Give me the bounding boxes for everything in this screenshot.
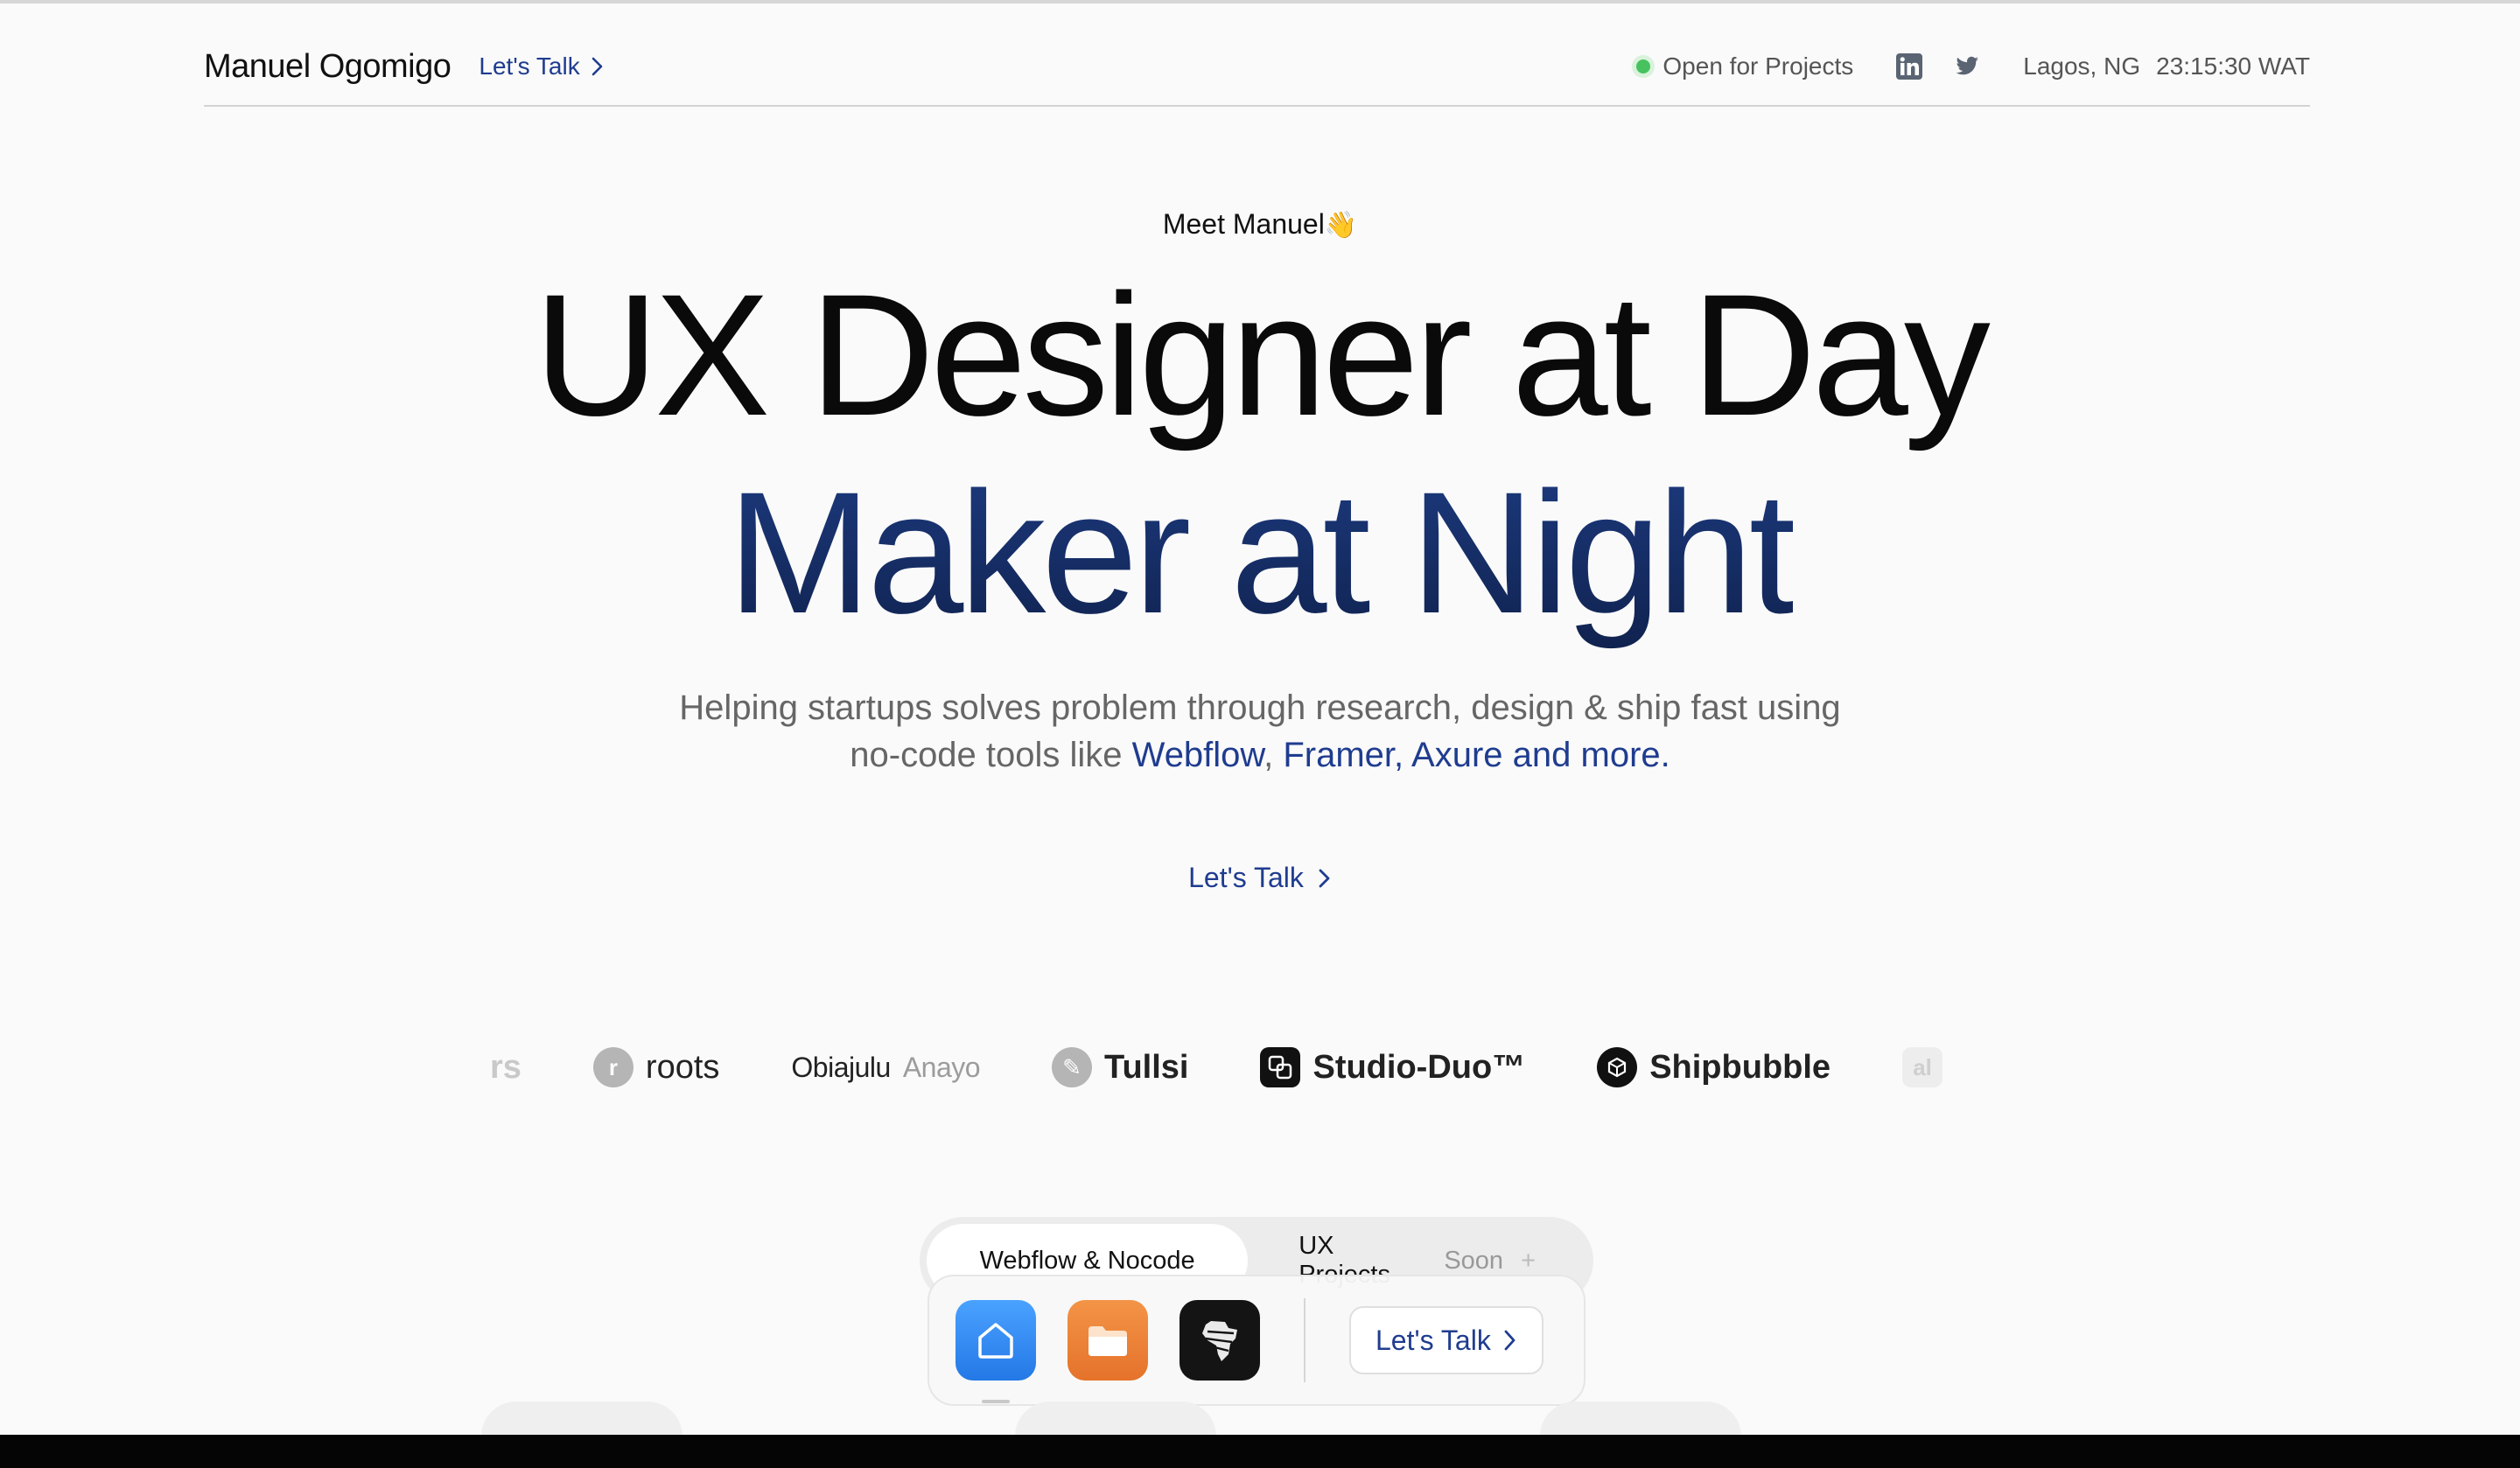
client-logo-partial-text: rs bbox=[490, 1048, 522, 1086]
social-links bbox=[1895, 52, 1981, 80]
chevron-right-icon bbox=[1504, 1330, 1516, 1351]
dock-files-app[interactable] bbox=[1068, 1300, 1148, 1381]
plus-icon: + bbox=[1521, 1246, 1536, 1275]
hero-subtitle-line1: Helping startups solves problem through … bbox=[679, 689, 1841, 727]
brand-group: Manuel Ogomigo Let's Talk bbox=[204, 48, 605, 86]
tullsi-logo-icon: ✎ bbox=[1052, 1047, 1093, 1087]
roots-logo-icon: r bbox=[592, 1047, 634, 1087]
dock-separator bbox=[1304, 1298, 1306, 1382]
status-text: Open for Projects bbox=[1662, 52, 1854, 80]
webflow-link[interactable]: Webflow bbox=[1132, 736, 1264, 774]
chevron-right-icon bbox=[1319, 869, 1330, 887]
client-logo-partial-end: al bbox=[1902, 1047, 1943, 1087]
header-lets-talk-label: Let's Talk bbox=[479, 52, 580, 80]
status-dot-icon bbox=[1636, 59, 1651, 73]
tab-webflow-nocode-label: Webflow & Nocode bbox=[979, 1246, 1195, 1275]
africa-map-icon bbox=[1202, 1321, 1237, 1361]
client-logo-shipbubble-text: Shipbubble bbox=[1649, 1048, 1831, 1086]
hero-lets-talk-label: Let's Talk bbox=[1188, 862, 1304, 893]
hero-subtitle: Helping startups solves problem through … bbox=[0, 684, 2520, 779]
hero-cta-row: Let's Talk bbox=[0, 862, 2520, 894]
chevron-right-icon bbox=[592, 57, 603, 76]
client-logo-tullsi-text: Tullsi bbox=[1104, 1048, 1189, 1086]
dock-home-app[interactable] bbox=[956, 1300, 1036, 1403]
shipbubble-logo-icon bbox=[1597, 1047, 1638, 1087]
client-logo-tullsi: ✎ Tullsi bbox=[1052, 1047, 1188, 1087]
hero-lets-talk-link[interactable]: Let's Talk bbox=[1188, 862, 1332, 894]
top-rule bbox=[0, 0, 2520, 3]
hero-headline-night-text: Maker at Night bbox=[727, 456, 1796, 649]
linkedin-icon bbox=[1896, 53, 1923, 80]
header-lets-talk-link[interactable]: Let's Talk bbox=[479, 52, 604, 80]
folder-icon bbox=[1088, 1326, 1127, 1356]
dock-lets-talk-label: Let's Talk bbox=[1376, 1324, 1491, 1356]
client-logo-strip: rs r roots Obiajulu Anayo ✎ Tullsi Studi… bbox=[490, 1032, 2030, 1102]
site-header: Manuel Ogomigo Let's Talk Open for Proje… bbox=[204, 28, 2310, 107]
hero-eyebrow: Meet Manuel👋 bbox=[0, 208, 2520, 241]
app-dock: Let's Talk bbox=[928, 1275, 1586, 1406]
client-logo-roots: r roots bbox=[592, 1047, 720, 1087]
waving-hand-icon: 👋 bbox=[1324, 211, 1358, 240]
locale-info: Lagos, NG 23:15:30 WAT bbox=[2023, 52, 2310, 80]
clock-text: 23:15:30 WAT bbox=[2156, 52, 2310, 80]
home-icon bbox=[978, 1323, 1013, 1359]
dock-africa-app[interactable] bbox=[1180, 1300, 1260, 1381]
bottom-bar bbox=[0, 1435, 2520, 1468]
dock-lets-talk-button[interactable]: Let's Talk bbox=[1349, 1306, 1544, 1374]
hero-eyebrow-text: Meet Manuel bbox=[1162, 208, 1325, 240]
soon-badge: Soon bbox=[1444, 1246, 1504, 1275]
twitter-link[interactable] bbox=[1953, 52, 1981, 80]
tools-link[interactable]: Framer, Axure and more. bbox=[1283, 736, 1670, 774]
client-logo-shipbubble: Shipbubble bbox=[1597, 1047, 1830, 1087]
brand-name[interactable]: Manuel Ogomigo bbox=[204, 48, 452, 86]
availability-status: Open for Projects bbox=[1636, 52, 1853, 80]
hero-subtitle-line2: no-code tools like bbox=[850, 736, 1132, 774]
client-logo-obiajulu: Obiajulu Anayo bbox=[791, 1052, 980, 1084]
client-logo-partial: rs bbox=[490, 1049, 522, 1087]
studio-duo-logo-icon bbox=[1260, 1047, 1301, 1087]
location-text: Lagos, NG bbox=[2023, 52, 2141, 80]
hero-headline-night: Maker at Night bbox=[0, 457, 2520, 649]
twitter-icon bbox=[1956, 56, 1979, 75]
client-logo-roots-text: roots bbox=[645, 1048, 720, 1086]
hero-headline-day: UX Designer at Day bbox=[534, 258, 1991, 451]
partial-logo-icon: al bbox=[1902, 1047, 1943, 1087]
client-logo-studio-duo: Studio-Duo™ bbox=[1260, 1047, 1525, 1087]
client-logo-obiajulu-last: Anayo bbox=[902, 1051, 981, 1083]
client-logo-obiajulu-first: Obiajulu bbox=[791, 1051, 891, 1083]
linkedin-link[interactable] bbox=[1895, 52, 1923, 80]
hero-subtitle-comma: , bbox=[1264, 736, 1284, 774]
client-logo-studio-duo-text: Studio-Duo™ bbox=[1312, 1048, 1526, 1086]
header-right: Open for Projects Lagos, NG 23:15:30 WAT bbox=[1636, 52, 2310, 80]
